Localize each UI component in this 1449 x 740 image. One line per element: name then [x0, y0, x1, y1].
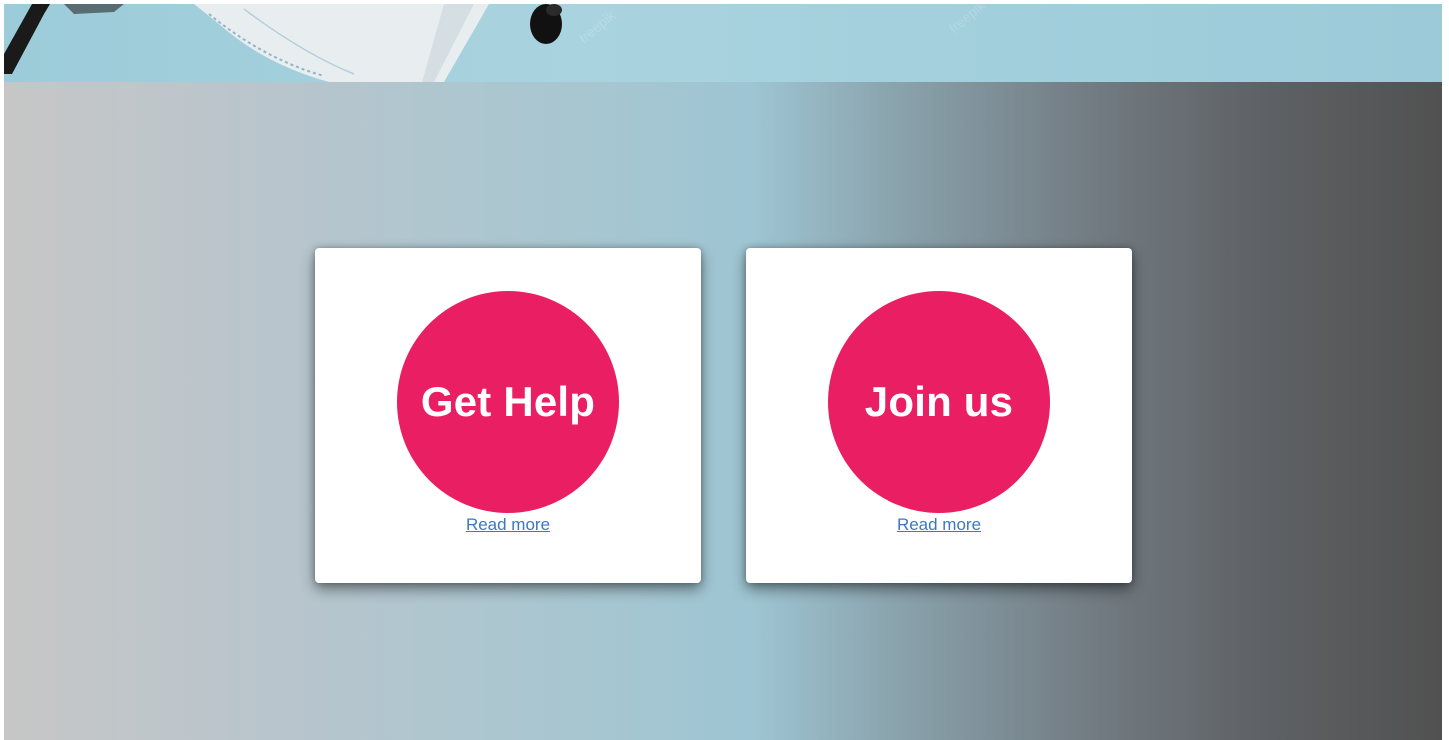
join-us-circle[interactable]: Join us [828, 291, 1050, 513]
join-us-read-more-link[interactable]: Read more [746, 515, 1132, 535]
services-section: Get Help Read more Join us Read more [4, 82, 1442, 740]
get-help-circle[interactable]: Get Help [397, 291, 619, 513]
page: freepik freepik Get Help Read more Join … [4, 4, 1442, 740]
svg-text:freepik: freepik [576, 6, 619, 46]
get-help-read-more-link[interactable]: Read more [315, 515, 701, 535]
get-help-title: Get Help [420, 378, 596, 425]
join-us-card: Join us Read more [746, 248, 1132, 583]
svg-text:freepik: freepik [946, 4, 989, 36]
get-help-card: Get Help Read more [315, 248, 701, 583]
join-us-title: Join us [864, 378, 1014, 425]
hero-banner-image: freepik freepik [4, 4, 1442, 82]
medical-supplies-photo: freepik freepik [4, 4, 989, 82]
